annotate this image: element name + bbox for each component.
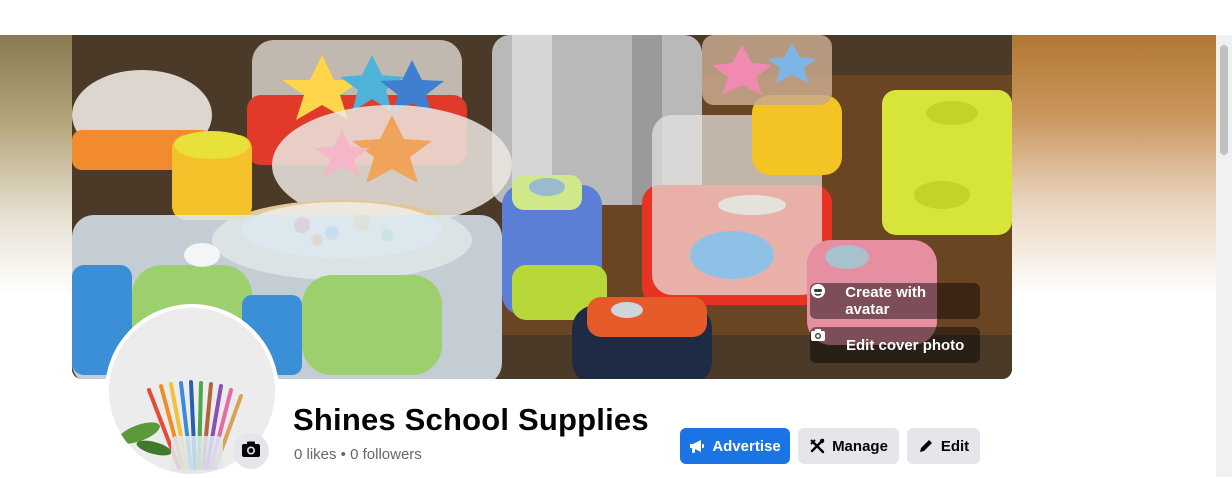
create-with-avatar-button[interactable]: Create with avatar	[810, 283, 980, 319]
edit-cover-photo-button[interactable]: Edit cover photo	[810, 327, 980, 363]
advertise-button[interactable]: Advertise	[680, 428, 790, 464]
cover-backdrop-right	[1012, 35, 1216, 295]
top-bar-area	[0, 0, 1232, 35]
create-with-avatar-label: Create with avatar	[845, 284, 927, 318]
manage-label: Manage	[832, 437, 888, 455]
vertical-scrollbar[interactable]	[1216, 35, 1232, 477]
manage-button[interactable]: Manage	[798, 428, 899, 464]
edit-cover-photo-label: Edit cover photo	[846, 336, 965, 354]
tools-icon	[809, 438, 825, 454]
update-profile-picture-button[interactable]	[233, 433, 269, 469]
page-title: Shines School Supplies	[293, 402, 649, 437]
megaphone-icon	[689, 438, 705, 454]
edit-label: Edit	[940, 437, 970, 455]
pencil-icon	[918, 438, 934, 454]
camera-icon	[241, 439, 261, 464]
advertise-label: Advertise	[712, 437, 781, 455]
page-stats: 0 likes • 0 followers	[294, 446, 422, 463]
avatar-icon	[811, 284, 837, 309]
scrollbar-thumb[interactable]	[1220, 45, 1228, 155]
camera-icon	[811, 329, 838, 353]
edit-button[interactable]: Edit	[907, 428, 980, 464]
